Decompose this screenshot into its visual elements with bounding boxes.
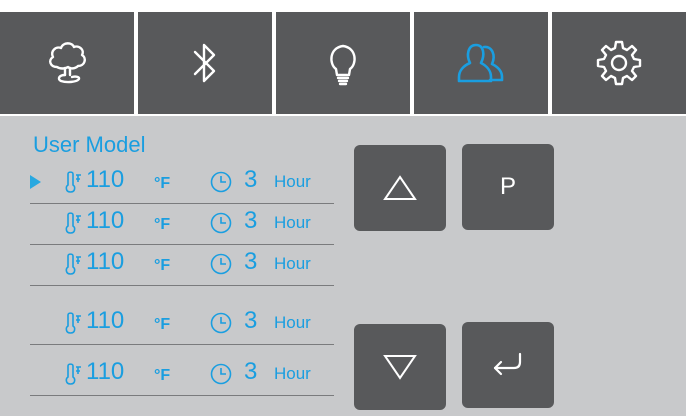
time-value: 3	[244, 307, 258, 334]
bluetooth-icon	[193, 43, 216, 83]
temperature-unit: °F	[154, 257, 171, 274]
temperature-value: 110	[86, 248, 125, 275]
program-button-label: P	[499, 173, 516, 200]
program-row-1[interactable]: 110 °F 3 Hour	[30, 163, 334, 204]
tab-user[interactable]	[414, 12, 548, 114]
time-value: 3	[244, 166, 258, 193]
temperature-unit: °F	[154, 316, 171, 333]
clock-icon	[210, 171, 232, 193]
thermometer-icon	[65, 363, 81, 385]
thermometer-icon	[65, 312, 81, 334]
temperature-value: 110	[86, 207, 125, 234]
time-unit: Hour	[274, 172, 311, 191]
clock-icon	[210, 212, 232, 234]
temperature-unit: °F	[154, 216, 171, 233]
time-value: 3	[244, 358, 258, 385]
time-unit: Hour	[274, 254, 311, 273]
temperature-value: 110	[86, 307, 125, 334]
top-tab-bar	[0, 12, 686, 114]
time-unit: Hour	[274, 364, 311, 383]
program-button[interactable]: P	[462, 144, 554, 230]
temperature-unit: °F	[154, 175, 171, 192]
triangle-up-icon	[383, 175, 417, 200]
back-button[interactable]	[462, 322, 554, 408]
thermometer-icon	[65, 171, 81, 193]
triangle-down-icon	[383, 355, 417, 380]
time-value: 3	[244, 248, 258, 275]
clock-icon	[210, 253, 232, 275]
tab-bluetooth[interactable]	[138, 12, 272, 114]
tab-tree[interactable]	[0, 12, 134, 114]
clock-icon	[210, 312, 232, 334]
time-unit: Hour	[274, 213, 311, 232]
return-arrow-icon	[493, 352, 522, 376]
time-value: 3	[244, 207, 258, 234]
selection-arrow-icon	[30, 175, 41, 189]
tab-light[interactable]	[276, 12, 410, 114]
up-button[interactable]	[354, 145, 446, 231]
panel-title: User Model	[33, 132, 146, 157]
light-bulb-icon	[330, 44, 356, 86]
user-profile-icon	[457, 43, 504, 83]
program-row-2[interactable]: 110 °F 3 Hour	[30, 204, 334, 245]
temperature-value: 110	[86, 166, 125, 193]
temperature-unit: °F	[154, 367, 171, 384]
program-row-4[interactable]: 110 °F 3 Hour	[30, 304, 334, 345]
down-button[interactable]	[354, 324, 446, 410]
thermometer-icon	[65, 253, 81, 275]
thermometer-icon	[65, 212, 81, 234]
gear-icon	[596, 40, 642, 86]
user-model-panel: User Model 110 °F 3 Hour 110 °F 3 Hour 1…	[0, 116, 686, 416]
time-unit: Hour	[274, 313, 311, 332]
temperature-value: 110	[86, 358, 125, 385]
device-screen: User Model 110 °F 3 Hour 110 °F 3 Hour 1…	[0, 0, 686, 416]
clock-icon	[210, 363, 232, 385]
tree-cloud-icon	[49, 42, 86, 84]
program-row-5[interactable]: 110 °F 3 Hour	[30, 355, 334, 396]
tab-settings[interactable]	[552, 12, 686, 114]
program-row-3[interactable]: 110 °F 3 Hour	[30, 245, 334, 286]
